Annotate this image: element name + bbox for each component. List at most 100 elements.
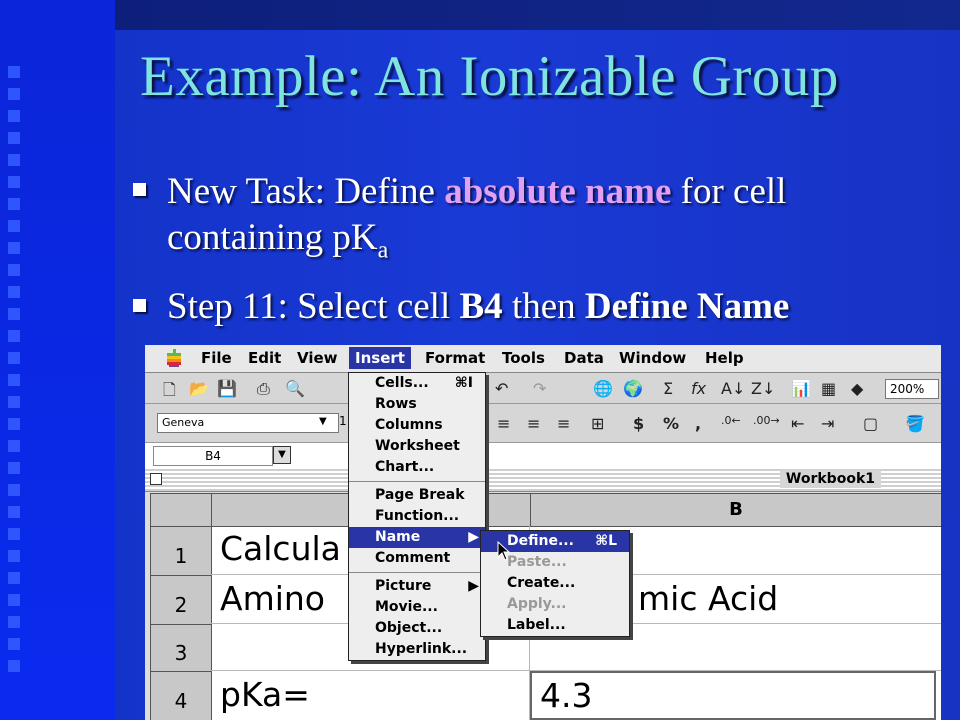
menu-data[interactable]: Data (564, 349, 604, 367)
bullet-1-line2: containing pK (167, 217, 378, 258)
chevron-down-icon[interactable]: ▼ (273, 446, 291, 464)
increase-decimal-icon[interactable]: .0← (721, 414, 741, 427)
column-header-b[interactable]: B (530, 493, 941, 527)
open-folder-icon[interactable]: 📂 (189, 379, 209, 398)
row-header-3[interactable]: 3 (150, 624, 212, 672)
menu-item-cells[interactable]: Cells... ⌘I (349, 373, 485, 394)
shortcut-label: ⌘I (454, 375, 473, 391)
menu-item-page-break[interactable]: Page Break (349, 485, 485, 506)
comma-icon[interactable]: , (695, 414, 701, 433)
globe-icon[interactable]: 🌐 (593, 379, 613, 398)
row-header-1[interactable]: 1 (150, 526, 212, 576)
decrease-decimal-icon[interactable]: .00→ (753, 414, 780, 427)
close-box-icon[interactable] (150, 473, 162, 485)
align-left-icon[interactable]: ≡ (497, 414, 510, 433)
menu-item-movie[interactable]: Movie... (349, 597, 485, 618)
submenu-item-apply: Apply... (507, 596, 567, 612)
drawing-icon[interactable]: ◆ (851, 379, 863, 398)
menu-view[interactable]: View (297, 349, 338, 367)
menu-bar: File Edit View Insert Format Tools Data … (145, 345, 941, 373)
currency-icon[interactable]: $ (633, 414, 644, 433)
decor-squares (8, 66, 20, 682)
autosum-icon[interactable]: Σ (663, 379, 673, 398)
cell-a2[interactable]: Amino (212, 579, 325, 618)
shortcut-label: ⌘L (595, 533, 617, 549)
borders-icon[interactable]: ▢ (863, 414, 878, 433)
percent-icon[interactable]: % (663, 414, 679, 433)
menu-item-label: Name (375, 529, 421, 545)
font-name-field[interactable]: Geneva (157, 413, 339, 433)
print-preview-icon[interactable]: 🔍 (285, 379, 305, 398)
menu-insert[interactable]: Insert (349, 347, 411, 369)
top-band (115, 0, 960, 30)
select-all-corner[interactable] (150, 493, 212, 527)
zoom-box[interactable]: 200% (885, 379, 939, 399)
row-header-4[interactable]: 4 (150, 671, 212, 720)
bullet-2: Step 11: Select cell B4 then Define Name (167, 284, 789, 330)
redo-icon[interactable]: ↷ (533, 379, 546, 398)
bullet-marker (133, 183, 146, 196)
workbook-title-bar[interactable]: Workbook1 (145, 469, 941, 492)
bullet-2-text: Step 11: Select cell (167, 286, 460, 327)
cell-a4[interactable]: pKa= (212, 675, 310, 714)
submenu-item-label[interactable]: Label... (481, 615, 629, 636)
submenu-arrow-icon: ▶ (468, 578, 479, 594)
menu-item-worksheet[interactable]: Worksheet (349, 436, 485, 457)
excel-screenshot: File Edit View Insert Format Tools Data … (145, 345, 941, 720)
menu-item-chart[interactable]: Chart... (349, 457, 485, 478)
map-icon[interactable]: ▦ (821, 379, 836, 398)
cell-b2[interactable]: mic Acid (630, 579, 778, 618)
formula-bar: B4 ▼ (145, 443, 941, 470)
menu-item-function[interactable]: Function... (349, 506, 485, 527)
menu-item-name[interactable]: Name ▶ (349, 527, 485, 548)
print-icon[interactable]: ⎙ (257, 379, 270, 399)
menu-item-label: Define... (507, 533, 574, 549)
apple-icon[interactable] (165, 348, 183, 368)
function-icon[interactable]: fx (691, 379, 706, 398)
new-document-icon[interactable]: 🗋 (163, 379, 176, 406)
menu-file[interactable]: File (201, 349, 232, 367)
menu-edit[interactable]: Edit (248, 349, 281, 367)
increase-indent-icon[interactable]: ⇥ (821, 414, 834, 433)
align-right-icon[interactable]: ≡ (557, 414, 570, 433)
workbook-title: Workbook1 (779, 470, 881, 488)
menu-item-comment[interactable]: Comment (349, 548, 485, 569)
bullet-1-subscript: a (377, 237, 389, 264)
align-center-icon[interactable]: ≡ (527, 414, 540, 433)
submenu-item-create[interactable]: Create... (481, 573, 629, 594)
undo-icon[interactable]: ↶ (495, 379, 508, 398)
save-icon[interactable]: 💾 (217, 379, 237, 398)
chart-wizard-icon[interactable]: 📊 (791, 379, 811, 398)
bullet-1-text-end: for cell (671, 171, 787, 212)
web-toolbar-icon[interactable]: 🌍 (623, 379, 643, 398)
merge-center-icon[interactable]: ⊞ (591, 414, 604, 433)
menu-item-columns[interactable]: Columns (349, 415, 485, 436)
menu-item-object[interactable]: Object... (349, 618, 485, 639)
sort-descending-icon[interactable]: Z↓ (751, 379, 775, 398)
menu-tools[interactable]: Tools (502, 349, 545, 367)
menu-window[interactable]: Window (619, 349, 686, 367)
decrease-indent-icon[interactable]: ⇤ (791, 414, 804, 433)
row-header-2[interactable]: 2 (150, 575, 212, 625)
cell-a1[interactable]: Calcula (212, 529, 341, 568)
chevron-down-icon[interactable]: ▼ (319, 416, 327, 427)
cell-b4-selected[interactable]: 4.3 (530, 671, 936, 720)
menu-item-picture[interactable]: Picture ▶ (349, 576, 485, 597)
name-box[interactable]: B4 (153, 446, 273, 466)
bullet-2-mid: then (502, 286, 585, 327)
menu-help[interactable]: Help (705, 349, 744, 367)
menu-item-rows[interactable]: Rows (349, 394, 485, 415)
mouse-pointer-icon (497, 541, 511, 561)
submenu-arrow-icon: ▶ (468, 529, 479, 545)
bullet-1-text: New Task: Define (167, 171, 445, 212)
menu-format[interactable]: Format (425, 349, 485, 367)
bullet-marker (133, 299, 146, 312)
menu-item-label: Cells... (375, 375, 429, 391)
fill-color-icon[interactable]: 🪣 (905, 414, 925, 433)
font-size-field[interactable]: 1 (339, 414, 347, 428)
bullet-2-cell: B4 (459, 286, 503, 327)
menu-item-hyperlink[interactable]: Hyperlink... (349, 639, 485, 660)
bullet-1: New Task: Define absolute name for cell … (167, 169, 786, 273)
insert-dropdown-menu: Cells... ⌘I Rows Columns Worksheet Chart.… (348, 372, 486, 661)
sort-ascending-icon[interactable]: A↓ (721, 379, 745, 398)
